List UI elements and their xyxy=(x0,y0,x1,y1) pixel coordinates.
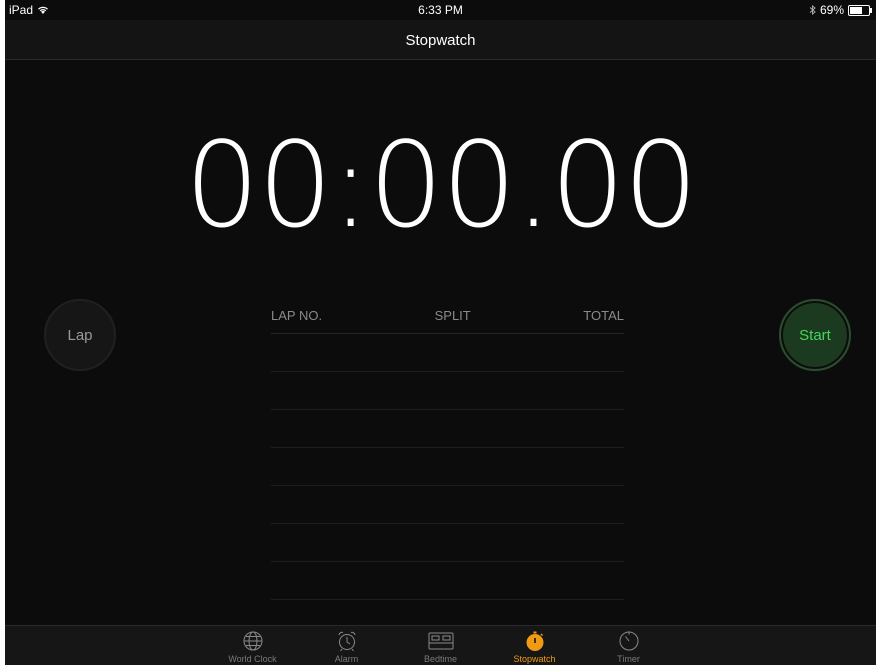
tab-timer[interactable]: Timer xyxy=(597,626,661,665)
tab-bar: World Clock Alarm Bedtime Stopwatch Time… xyxy=(5,625,876,665)
tab-stopwatch[interactable]: Stopwatch xyxy=(503,626,567,665)
app-frame: iPad 6:33 PM 69% Stopwatch 00:00.00 Lap … xyxy=(5,0,876,665)
battery-percent: 69% xyxy=(819,3,844,17)
lap-row xyxy=(271,410,624,448)
lap-button[interactable]: Lap xyxy=(44,299,116,371)
page-title: Stopwatch xyxy=(405,32,476,49)
status-time: 6:33 PM xyxy=(418,3,463,17)
navigation-bar: Stopwatch xyxy=(5,20,876,60)
stopwatch-icon xyxy=(524,628,546,654)
lap-row xyxy=(271,562,624,600)
globe-icon xyxy=(242,628,264,654)
tab-world-clock[interactable]: World Clock xyxy=(221,626,285,665)
lap-row xyxy=(271,524,624,562)
bluetooth-icon xyxy=(809,5,816,15)
status-bar: iPad 6:33 PM 69% xyxy=(5,0,876,20)
tab-alarm[interactable]: Alarm xyxy=(315,626,379,665)
alarm-icon xyxy=(336,628,358,654)
lap-table: LAP NO. SPLIT TOTAL xyxy=(271,308,624,600)
tab-label: Alarm xyxy=(334,654,359,664)
battery-fill xyxy=(850,6,862,14)
lap-table-header: LAP NO. SPLIT TOTAL xyxy=(271,308,624,334)
timer-icon xyxy=(618,628,640,654)
status-right: 69% xyxy=(809,3,872,17)
tab-label: Bedtime xyxy=(423,654,458,664)
tab-label: Timer xyxy=(617,654,640,664)
start-button[interactable]: Start xyxy=(779,299,851,371)
lap-row xyxy=(271,486,624,524)
tab-label: Stopwatch xyxy=(513,654,556,664)
lap-row xyxy=(271,448,624,486)
lap-row xyxy=(271,334,624,372)
lap-number-header: LAP NO. xyxy=(271,308,323,323)
tab-label: World Clock xyxy=(228,654,277,664)
battery-icon xyxy=(848,4,872,16)
stopwatch-time-display: 00:00.00 xyxy=(184,116,699,254)
tab-bedtime[interactable]: Bedtime xyxy=(409,626,473,665)
split-header: SPLIT xyxy=(434,308,471,323)
bed-icon xyxy=(427,628,455,654)
lap-row xyxy=(271,372,624,410)
total-header: TOTAL xyxy=(583,308,624,323)
